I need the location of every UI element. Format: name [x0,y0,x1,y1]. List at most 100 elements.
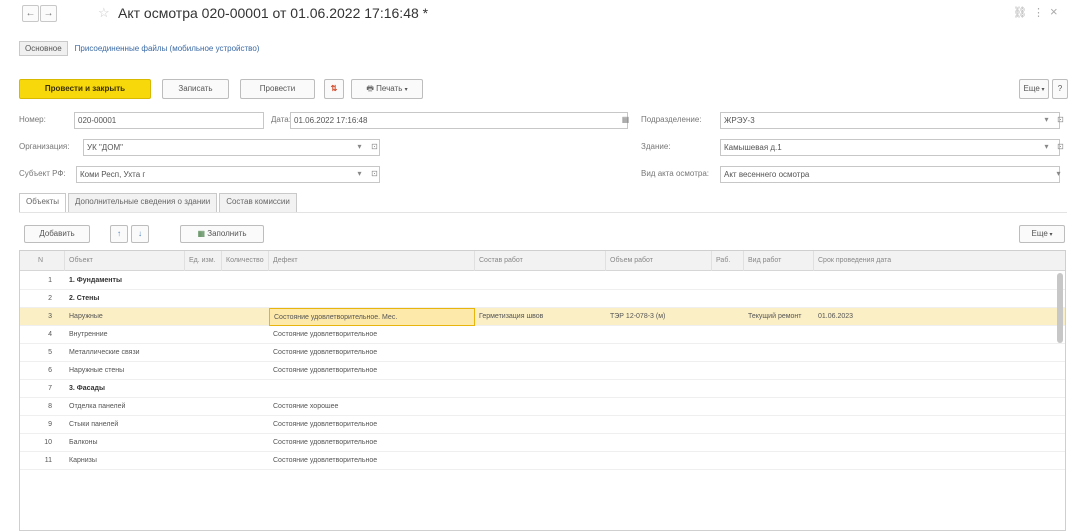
chevron-down-icon[interactable]: ▾ [353,166,366,183]
row-volume[interactable] [606,290,712,308]
row-works[interactable] [475,398,606,416]
row-kind[interactable] [744,452,814,470]
row-object[interactable]: Металлические связи [65,344,185,362]
row-defect[interactable]: Состояние удовлетворительное [269,416,475,434]
col-quantity[interactable]: Количество [222,251,269,271]
row-kind[interactable] [744,344,814,362]
row-object[interactable]: 2. Стены [65,290,185,308]
row-date[interactable] [814,398,1065,416]
building-field[interactable]: Камышевая д.1 [720,139,1060,156]
division-field[interactable]: ЖРЭУ-3 [720,112,1060,129]
tab-attached-files[interactable]: Присоединенные файлы (мобильное устройст… [75,44,260,53]
chevron-down-icon[interactable]: ▾ [1040,139,1053,156]
row-object[interactable]: Карнизы [65,452,185,470]
row-kind[interactable] [744,398,814,416]
row-number[interactable]: 6 [20,362,56,380]
fill-button[interactable]: ▦ Заполнить [180,225,264,243]
col-works[interactable]: Состав работ [475,251,606,271]
row-volume[interactable] [606,362,712,380]
row-works[interactable] [475,362,606,380]
post-button[interactable]: Провести [240,79,315,99]
chevron-down-icon[interactable]: ▾ [353,139,366,156]
row-works[interactable] [475,416,606,434]
row-object[interactable]: Балконы [65,434,185,452]
row-date[interactable] [814,380,1065,398]
row-number[interactable]: 11 [20,452,56,470]
chevron-down-icon[interactable]: ▾ [1052,166,1065,183]
objects-table[interactable]: N Объект Ед. изм. Количество Дефект Сост… [19,250,1066,531]
col-rab[interactable]: Раб. [712,251,744,271]
row-kind[interactable] [744,362,814,380]
row-number[interactable]: 7 [20,380,56,398]
row-volume[interactable] [606,326,712,344]
table-more-button[interactable]: Еще ▾ [1019,225,1065,243]
print-button[interactable]: 🖶 Печать ▾ [351,79,423,99]
structure-button[interactable]: ⇅ [324,79,344,99]
table-row[interactable]: 7 3. Фасады [20,380,1065,398]
row-date[interactable] [814,272,1065,290]
table-row[interactable]: 11 Карнизы Состояние удовлетворительное [20,452,1065,470]
row-works[interactable] [475,434,606,452]
tab-commission[interactable]: Состав комиссии [219,193,297,212]
col-kind[interactable]: Вид работ [744,251,814,271]
row-defect[interactable] [269,380,475,398]
move-down-button[interactable]: ↓ [131,225,149,243]
row-number[interactable]: 9 [20,416,56,434]
table-row[interactable]: 4 Внутренние Состояние удовлетворительное [20,326,1065,344]
col-defect[interactable]: Дефект [269,251,475,271]
row-date[interactable] [814,362,1065,380]
back-button[interactable]: ← [22,5,39,22]
open-icon[interactable]: ⊡ [1054,112,1067,129]
row-number[interactable]: 1 [20,272,56,290]
table-row[interactable]: 1 1. Фундаменты [20,272,1065,290]
row-volume[interactable] [606,380,712,398]
row-kind[interactable] [744,380,814,398]
more-button[interactable]: Еще ▾ [1019,79,1049,99]
row-object[interactable]: Отделка панелей [65,398,185,416]
row-number[interactable]: 4 [20,326,56,344]
row-volume[interactable] [606,452,712,470]
row-kind[interactable] [744,326,814,344]
table-row[interactable]: 5 Металлические связи Состояние удовлетвор… [20,344,1065,362]
subject-field[interactable]: Коми Респ, Ухта г [76,166,380,183]
row-kind[interactable] [744,434,814,452]
help-button[interactable]: ? [1052,79,1068,99]
row-works[interactable] [475,272,606,290]
row-volume[interactable] [606,434,712,452]
row-number[interactable]: 3 [20,308,56,326]
row-number[interactable]: 10 [20,434,56,452]
table-row[interactable]: 6 Наружные стены Состояние удовлетворитель… [20,362,1065,380]
row-works[interactable] [475,452,606,470]
row-volume[interactable] [606,272,712,290]
row-kind[interactable] [744,290,814,308]
row-defect[interactable]: Состояние удовлетворительное [269,344,475,362]
table-row[interactable]: 9 Стыки панелей Состояние удовлетворительн… [20,416,1065,434]
col-volume[interactable]: Объем работ [606,251,712,271]
move-up-button[interactable]: ↑ [110,225,128,243]
row-defect[interactable]: Состояние хорошее [269,398,475,416]
add-row-button[interactable]: Добавить [24,225,90,243]
table-scrollbar[interactable] [1057,273,1063,343]
row-date[interactable] [814,434,1065,452]
open-icon[interactable]: ⊡ [1054,139,1067,156]
open-icon[interactable]: ⊡ [368,139,381,156]
date-field[interactable]: 01.06.2022 17:16:48 [290,112,628,129]
row-object[interactable]: 1. Фундаменты [65,272,185,290]
col-unit[interactable]: Ед. изм. [185,251,222,271]
row-number[interactable]: 5 [20,344,56,362]
row-date[interactable] [814,290,1065,308]
col-object[interactable]: Объект [65,251,185,271]
row-works[interactable]: Герметизация швов [475,308,606,326]
table-row[interactable]: 3 Наружные Состояние удовлетворительное. М… [20,308,1065,326]
row-date[interactable]: 01.06.2023 [814,308,1065,326]
row-defect[interactable]: Состояние удовлетворительное. Мес. [269,308,475,326]
act-type-field[interactable]: Акт весеннего осмотра [720,166,1060,183]
tab-main[interactable]: Основное [19,41,68,56]
link-icon[interactable]: ⛓ [1013,6,1027,19]
post-and-close-button[interactable]: Провести и закрыть [19,79,151,99]
table-row[interactable]: 10 Балконы Состояние удовлетворительное [20,434,1065,452]
col-n[interactable]: N [20,251,65,271]
save-button[interactable]: Записать [162,79,229,99]
open-icon[interactable]: ⊡ [368,166,381,183]
tab-additional-info[interactable]: Дополнительные сведения о здании [68,193,218,212]
